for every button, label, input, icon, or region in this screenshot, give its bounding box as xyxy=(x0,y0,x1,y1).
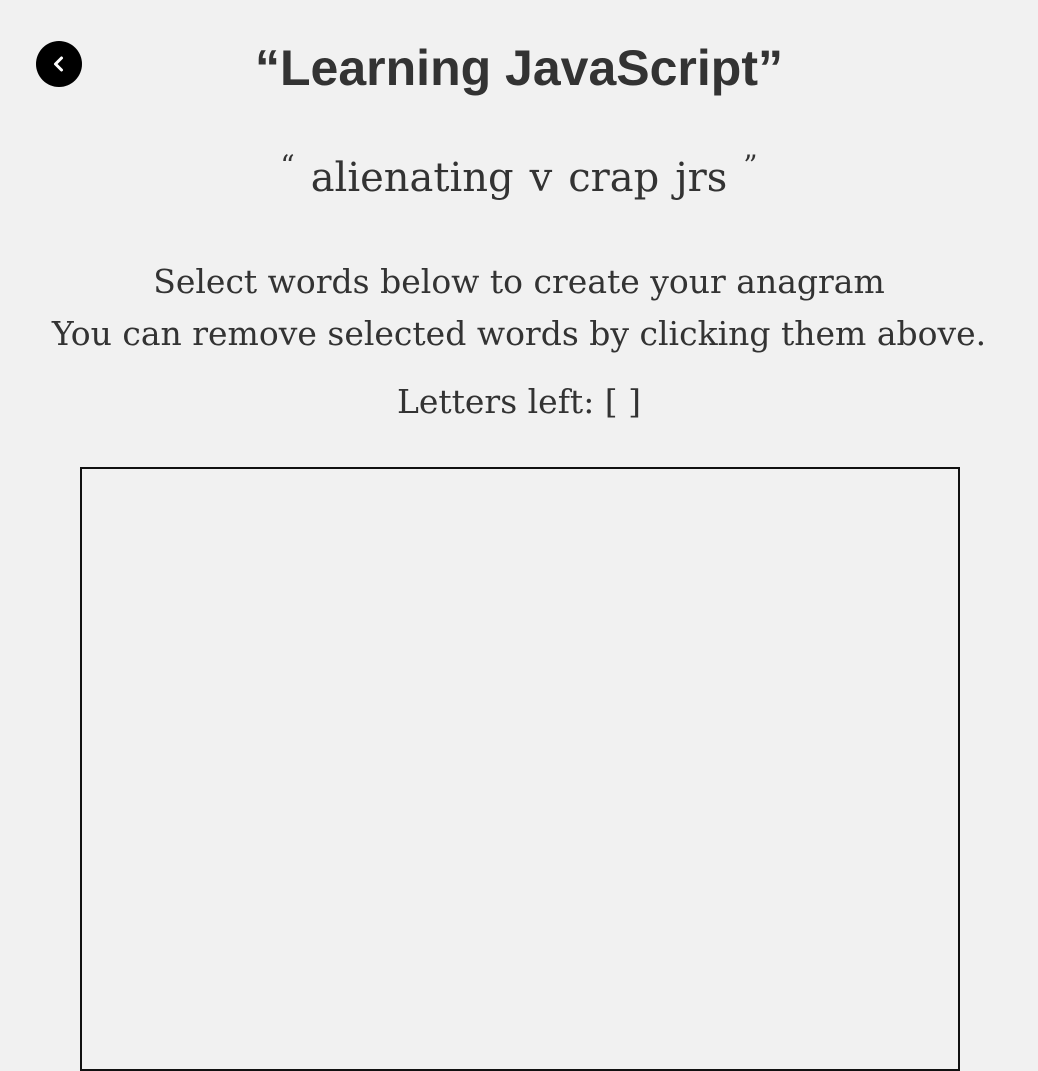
letters-left: Letters left: [ ] xyxy=(396,382,642,421)
instruction-select-words: Select words below to create your anagra… xyxy=(153,262,885,301)
open-quote: “ xyxy=(280,149,295,182)
close-quote: ” xyxy=(743,149,758,182)
selected-anagram: “ alienating v crap jrs ” xyxy=(0,149,1038,210)
selected-word[interactable]: alienating xyxy=(311,155,514,201)
page-title: “Learning JavaScript” xyxy=(255,40,783,96)
word-selection-box[interactable] xyxy=(80,467,960,1071)
selected-word[interactable]: v xyxy=(530,155,553,201)
selected-word[interactable]: crap xyxy=(568,155,659,201)
instruction-remove-words: You can remove selected words by clickin… xyxy=(51,314,987,353)
selected-word[interactable]: jrs xyxy=(675,155,727,201)
